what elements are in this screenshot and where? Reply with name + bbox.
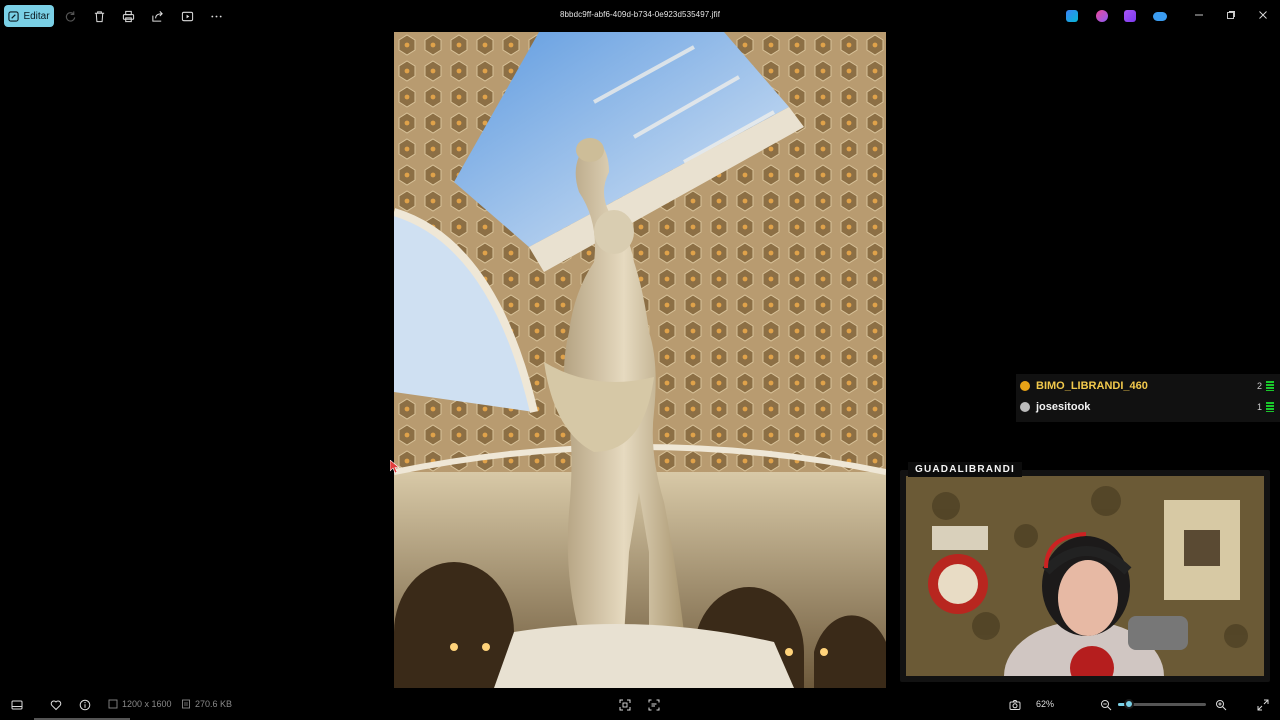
webcam-video xyxy=(906,476,1264,676)
dimensions-icon xyxy=(108,699,118,709)
chat-username: josesitook xyxy=(1036,401,1091,413)
filmstrip-icon[interactable] xyxy=(9,697,25,713)
chat-badge-icon xyxy=(1020,402,1030,412)
image-dimensions: 1200 x 1600 xyxy=(108,699,172,709)
file-size: 270.6 KB xyxy=(181,699,232,709)
zoom-slider[interactable] xyxy=(1118,699,1206,709)
minimize-icon[interactable] xyxy=(1192,8,1206,22)
close-icon[interactable] xyxy=(1256,8,1270,22)
favorite-icon[interactable] xyxy=(48,697,64,713)
text-scan-icon[interactable] xyxy=(646,697,662,713)
chat-badge-icon xyxy=(1020,381,1030,391)
channel-name-label: GUADALIBRANDI xyxy=(908,462,1022,477)
file-size-icon xyxy=(182,699,190,709)
chat-entry: josesitook 1 xyxy=(1020,398,1276,416)
bar-chart-icon xyxy=(1266,402,1274,412)
chat-count: 2 xyxy=(1256,381,1262,391)
mouse-cursor-icon xyxy=(390,460,400,474)
displayed-photo xyxy=(394,32,886,688)
window-title: 8bbdc9ff-abf6-409d-b734-0e923d535497.jfi… xyxy=(559,10,721,19)
bar-chart-icon xyxy=(1266,381,1274,391)
top-toolbar: Editar 8bbdc9ff-abf6-409d-b734-0e923d535… xyxy=(0,0,1280,32)
zoom-slider-thumb[interactable] xyxy=(1123,699,1134,709)
zoom-level[interactable]: 62% xyxy=(1036,699,1054,709)
zoom-in-icon[interactable] xyxy=(1213,697,1229,713)
screenshot-icon[interactable] xyxy=(1007,697,1023,713)
chat-entry: BIMO_LIBRANDI_460 2 xyxy=(1020,377,1276,395)
restore-icon[interactable] xyxy=(1224,8,1238,22)
copilot-icon[interactable] xyxy=(1096,10,1108,22)
dimensions-text: 1200 x 1600 xyxy=(122,699,172,709)
clipchamp-icon[interactable] xyxy=(1124,10,1136,22)
stream-chat-overlay: BIMO_LIBRANDI_460 2 josesitook 1 xyxy=(1016,374,1280,422)
info-icon[interactable] xyxy=(77,697,93,713)
fullscreen-icon[interactable] xyxy=(1255,697,1271,713)
onedrive-icon[interactable] xyxy=(1153,12,1167,21)
app-shortcut-icon[interactable] xyxy=(1066,10,1078,22)
fit-to-window-icon[interactable] xyxy=(617,697,633,713)
file-size-text: 270.6 KB xyxy=(195,699,233,709)
chat-username: BIMO_LIBRANDI_460 xyxy=(1036,380,1148,392)
chat-count: 1 xyxy=(1256,402,1262,412)
zoom-out-icon[interactable] xyxy=(1098,697,1114,713)
